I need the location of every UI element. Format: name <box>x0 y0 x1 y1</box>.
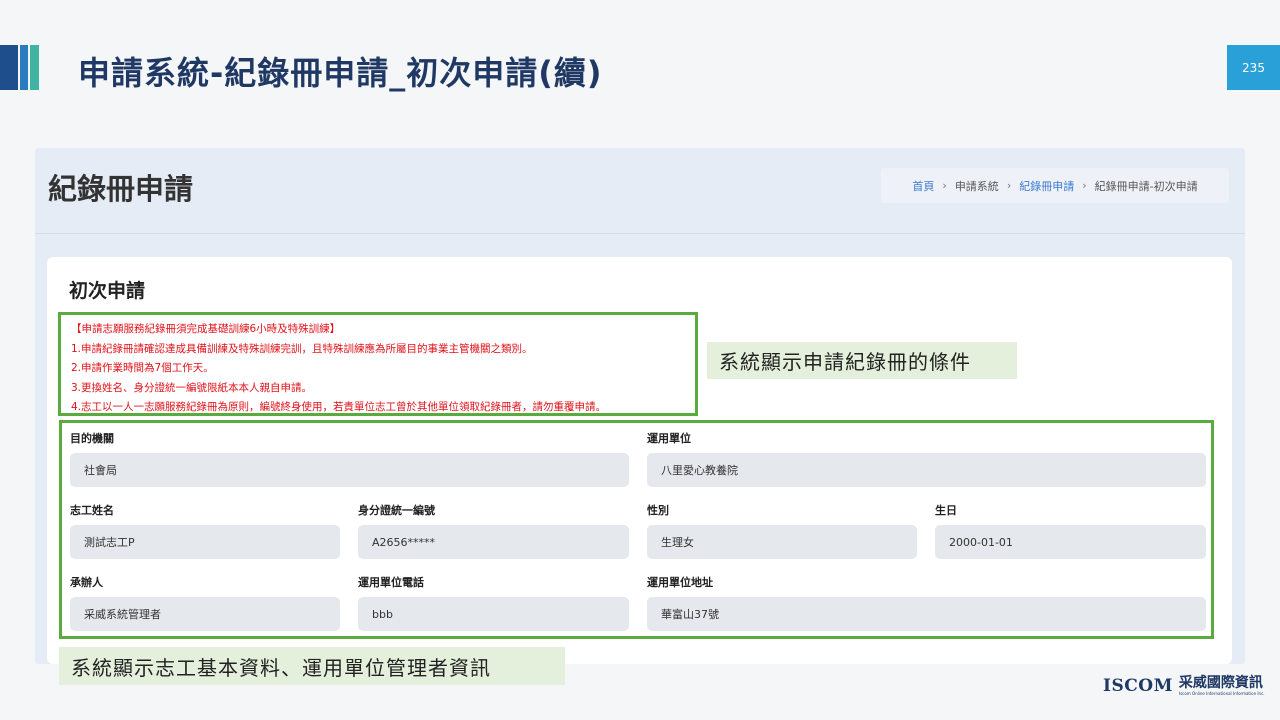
card-title: 初次申請 <box>69 280 146 302</box>
breadcrumb-separator-icon: › <box>1082 179 1087 192</box>
page-number: 235 <box>1227 45 1280 90</box>
decor-bar-mid <box>20 45 28 90</box>
unit-phone-field[interactable]: bbb <box>358 597 629 631</box>
gender-field[interactable]: 生理女 <box>647 525 917 559</box>
birthday-label: 生日 <box>935 504 957 517</box>
agency-label: 目的機關 <box>70 432 114 445</box>
company-logo: ISCOM 采威國際資訊 Iscom Online International … <box>1103 672 1265 700</box>
logo-sub: Iscom Online International Information I… <box>1178 691 1265 696</box>
header-divider <box>35 233 1245 234</box>
breadcrumb-home[interactable]: 首頁 <box>912 178 934 194</box>
handler-field[interactable]: 采威系統管理者 <box>70 597 340 631</box>
logo-en: ISCOM <box>1103 676 1173 696</box>
notice-line: 3.更換姓名、身分證統一編號限紙本本人親自申請。 <box>71 381 313 394</box>
unit-address-field[interactable]: 華富山37號 <box>647 597 1206 631</box>
volunteer-name-field[interactable]: 測試志工P <box>70 525 340 559</box>
breadcrumb-record-apply[interactable]: 紀錄冊申請 <box>1019 178 1074 194</box>
breadcrumb: 首頁 › 申請系統 › 紀錄冊申請 › 紀錄冊申請-初次申請 <box>881 168 1229 203</box>
breadcrumb-apply-system[interactable]: 申請系統 <box>955 178 999 194</box>
breadcrumb-current: 紀錄冊申請-初次申請 <box>1094 179 1198 193</box>
notice-line: 2.申請作業時間為7個工作天。 <box>71 362 214 374</box>
notice-line: 1.申請紀錄冊請確認達成具備訓練及特殊訓練完訓，且特殊訓練應為所屬目的事業主管機… <box>71 342 533 355</box>
application-notice: 【申請志願服務紀錄冊須完成基礎訓練6小時及特殊訓練】 1.申請紀錄冊請確認達成具… <box>58 312 698 416</box>
birthday-field[interactable]: 2000-01-01 <box>935 525 1206 559</box>
agency-field[interactable]: 社會局 <box>70 453 629 487</box>
notice-line: 【申請志願服務紀錄冊須完成基礎訓練6小時及特殊訓練】 <box>71 323 341 335</box>
notice-line: 4.志工以一人一志願服務紀錄冊為原則，編號終身使用，若貴單位志工曾於其他單位領取… <box>71 401 607 413</box>
handler-label: 承辦人 <box>70 576 103 589</box>
unit-address-label: 運用單位地址 <box>647 576 713 589</box>
decor-bar-teal <box>30 45 39 90</box>
page-title: 紀錄冊申請 <box>48 172 194 206</box>
logo-zh: 采威國際資訊 <box>1178 675 1263 691</box>
gender-label: 性別 <box>647 504 669 517</box>
slide-title: 申請系統-紀錄冊申請_初次申請(續) <box>78 54 603 92</box>
decor-bar-dark <box>0 45 18 90</box>
id-number-field[interactable]: A2656***** <box>358 525 629 559</box>
unit-field[interactable]: 八里愛心教養院 <box>647 453 1206 487</box>
breadcrumb-separator-icon: › <box>942 179 947 192</box>
breadcrumb-separator-icon: › <box>1006 179 1012 192</box>
unit-label: 運用單位 <box>647 432 691 445</box>
id-number-label: 身分證統一編號 <box>358 504 435 517</box>
callout-basic-info: 系統顯示志工基本資料、運用單位管理者資訊 <box>59 647 565 685</box>
unit-phone-label: 運用單位電話 <box>358 576 424 589</box>
callout-conditions: 系統顯示申請紀錄冊的條件 <box>707 342 1017 379</box>
volunteer-name-label: 志工姓名 <box>70 504 114 517</box>
